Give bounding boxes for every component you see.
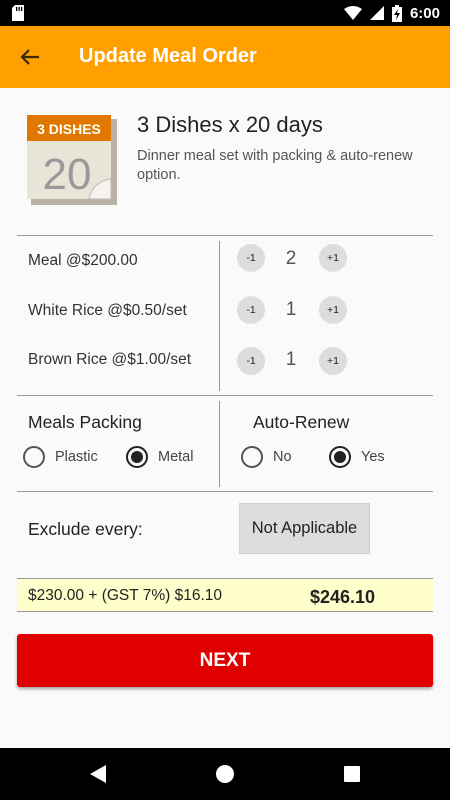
total-bar: $230.00 + (GST 7%) $16.10 $246.10 <box>17 578 433 612</box>
back-triangle-icon <box>90 765 106 783</box>
radio-label: Metal <box>158 449 194 465</box>
brown-rice-quantity: 1 <box>285 349 297 370</box>
auto-renew-yes-radio[interactable]: Yes <box>329 446 385 468</box>
navigation-bar <box>0 748 450 800</box>
radio-checked-icon <box>329 446 351 468</box>
status-time: 6:00 <box>409 4 440 22</box>
meal-increment-button[interactable]: +1 <box>319 244 347 272</box>
home-circle-icon <box>216 765 234 783</box>
divider <box>17 491 433 492</box>
grand-total: $246.10 <box>310 587 376 607</box>
app-bar: Update Meal Order <box>0 26 450 88</box>
divider <box>219 401 220 487</box>
nav-recents-button[interactable] <box>340 762 364 786</box>
calendar-icon-top-text: 3 DISHES <box>37 121 101 137</box>
plan-description: Dinner meal set with packing & auto-rene… <box>137 148 413 183</box>
calendar-icon-number: 20 <box>43 150 92 199</box>
plan-title: 3 Dishes x 20 days <box>137 112 323 137</box>
auto-renew-no-radio[interactable]: No <box>241 446 292 468</box>
subtotal-text: $230.00 + (GST 7%) $16.10 <box>28 587 223 604</box>
exclude-select-button[interactable]: Not Applicable <box>239 503 370 554</box>
auto-renew-title: Auto-Renew <box>253 412 350 432</box>
cell-signal-icon <box>369 6 384 20</box>
radio-label: Yes <box>361 449 385 465</box>
brown-rice-decrement-button[interactable]: -1 <box>237 347 265 375</box>
packing-title: Meals Packing <box>28 412 142 432</box>
page-title: Update Meal Order <box>79 45 257 67</box>
divider <box>17 395 433 396</box>
radio-unchecked-icon <box>23 446 45 468</box>
white-rice-increment-button[interactable]: +1 <box>319 296 347 324</box>
calendar-icon: 3 DISHES 20 <box>27 115 117 205</box>
radio-checked-icon <box>126 446 148 468</box>
brown-rice-label: Brown Rice @$1.00/set <box>28 351 192 368</box>
packing-plastic-radio[interactable]: Plastic <box>23 446 98 468</box>
status-bar: 6:00 <box>0 0 450 26</box>
divider <box>17 235 433 236</box>
exclude-label: Exclude every: <box>28 519 143 539</box>
battery-charging-icon <box>391 4 402 22</box>
packing-metal-radio[interactable]: Metal <box>126 446 193 468</box>
wifi-icon <box>343 6 362 20</box>
white-rice-decrement-button[interactable]: -1 <box>237 296 265 324</box>
divider <box>219 241 220 391</box>
recents-square-icon <box>344 766 360 782</box>
sd-card-icon <box>12 5 24 21</box>
radio-label: Plastic <box>55 449 98 465</box>
white-rice-label: White Rice @$0.50/set <box>28 302 187 319</box>
back-button[interactable] <box>14 41 46 73</box>
white-rice-quantity: 1 <box>285 299 297 320</box>
meal-quantity: 2 <box>285 248 297 269</box>
meal-decrement-button[interactable]: -1 <box>237 244 265 272</box>
arrow-back-icon <box>20 49 39 65</box>
nav-back-button[interactable] <box>86 762 110 786</box>
nav-home-button[interactable] <box>213 762 237 786</box>
radio-label: No <box>273 449 292 465</box>
meal-item-label: Meal @$200.00 <box>28 252 138 269</box>
brown-rice-increment-button[interactable]: +1 <box>319 347 347 375</box>
next-button[interactable]: NEXT <box>17 634 433 687</box>
radio-unchecked-icon <box>241 446 263 468</box>
